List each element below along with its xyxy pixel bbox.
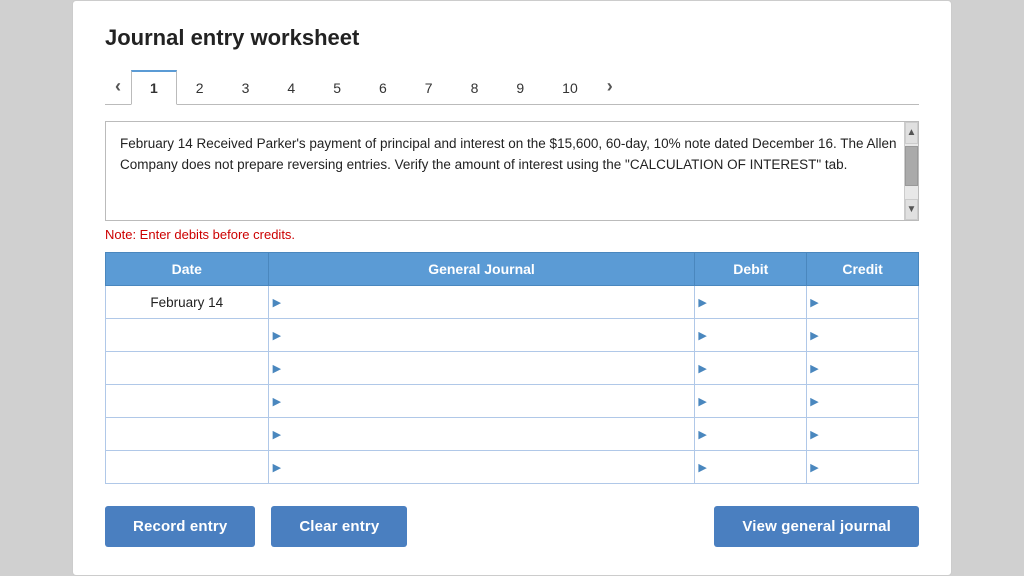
- tab-prev-arrow[interactable]: ‹: [105, 70, 131, 103]
- cell-arrow: ▶: [273, 428, 281, 441]
- table-row: ▶ ▶ ▶: [106, 385, 919, 418]
- cell-arrow: ▶: [273, 362, 281, 375]
- date-cell-3: [106, 352, 269, 385]
- tab-7[interactable]: 7: [406, 71, 452, 105]
- debit-cell-4[interactable]: ▶: [695, 385, 807, 418]
- date-cell-2: [106, 319, 269, 352]
- credit-arrow-6: ▶: [810, 461, 818, 474]
- credit-cell-5[interactable]: ▶: [807, 418, 919, 451]
- cell-arrow: ▶: [273, 395, 281, 408]
- page-title: Journal entry worksheet: [105, 25, 919, 51]
- journal-cell-3[interactable]: ▶: [268, 352, 695, 385]
- tab-5[interactable]: 5: [314, 71, 360, 105]
- credit-arrow-1: ▶: [810, 296, 818, 309]
- date-cell-1: February 14: [106, 286, 269, 319]
- journal-cell-1[interactable]: ▶: [268, 286, 695, 319]
- journal-cell-5[interactable]: ▶: [268, 418, 695, 451]
- journal-input-2[interactable]: [283, 319, 694, 351]
- debit-cell-6[interactable]: ▶: [695, 451, 807, 484]
- tab-next-arrow[interactable]: ›: [597, 70, 623, 103]
- debit-input-4[interactable]: [708, 385, 806, 417]
- date-cell-5: [106, 418, 269, 451]
- tab-6[interactable]: 6: [360, 71, 406, 105]
- record-entry-button[interactable]: Record entry: [105, 506, 255, 547]
- note-text: Note: Enter debits before credits.: [105, 227, 919, 242]
- journal-input-3[interactable]: [283, 352, 694, 384]
- view-general-journal-button[interactable]: View general journal: [714, 506, 919, 547]
- credit-input-5[interactable]: [820, 418, 918, 450]
- debit-arrow-6: ▶: [698, 461, 706, 474]
- tab-navigation: ‹ 1 2 3 4 5 6 7 8 9 10 ›: [105, 69, 919, 105]
- credit-input-1[interactable]: [820, 286, 918, 318]
- debit-cell-3[interactable]: ▶: [695, 352, 807, 385]
- debit-cell-5[interactable]: ▶: [695, 418, 807, 451]
- debit-input-3[interactable]: [708, 352, 806, 384]
- scrollbar[interactable]: ▲ ▼: [904, 122, 918, 220]
- journal-cell-6[interactable]: ▶: [268, 451, 695, 484]
- credit-cell-2[interactable]: ▶: [807, 319, 919, 352]
- tab-1[interactable]: 1: [131, 70, 177, 105]
- tab-8[interactable]: 8: [452, 71, 498, 105]
- credit-cell-1[interactable]: ▶: [807, 286, 919, 319]
- cell-arrow: ▶: [273, 461, 281, 474]
- journal-cell-2[interactable]: ▶: [268, 319, 695, 352]
- credit-input-3[interactable]: [820, 352, 918, 384]
- scrollbar-down[interactable]: ▼: [905, 199, 918, 221]
- col-date: Date: [106, 253, 269, 286]
- debit-input-1[interactable]: [708, 286, 806, 318]
- credit-input-6[interactable]: [820, 451, 918, 483]
- tab-4[interactable]: 4: [268, 71, 314, 105]
- debit-cell-1[interactable]: ▶: [695, 286, 807, 319]
- debit-arrow-4: ▶: [698, 395, 706, 408]
- table-row: February 14 ▶ ▶ ▶: [106, 286, 919, 319]
- credit-cell-6[interactable]: ▶: [807, 451, 919, 484]
- journal-cell-4[interactable]: ▶: [268, 385, 695, 418]
- journal-table: Date General Journal Debit Credit Februa…: [105, 252, 919, 484]
- journal-input-5[interactable]: [283, 418, 694, 450]
- credit-arrow-5: ▶: [810, 428, 818, 441]
- button-row: Record entry Clear entry View general jo…: [105, 506, 919, 547]
- tab-3[interactable]: 3: [223, 71, 269, 105]
- credit-input-4[interactable]: [820, 385, 918, 417]
- date-cell-4: [106, 385, 269, 418]
- tab-10[interactable]: 10: [543, 71, 597, 105]
- table-row: ▶ ▶ ▶: [106, 418, 919, 451]
- debit-input-2[interactable]: [708, 319, 806, 351]
- date-cell-6: [106, 451, 269, 484]
- table-row: ▶ ▶ ▶: [106, 352, 919, 385]
- scrollbar-thumb[interactable]: [905, 146, 918, 186]
- cell-arrow: ▶: [273, 329, 281, 342]
- journal-input-1[interactable]: [283, 286, 694, 318]
- credit-input-2[interactable]: [820, 319, 918, 351]
- table-row: ▶ ▶ ▶: [106, 319, 919, 352]
- journal-input-4[interactable]: [283, 385, 694, 417]
- credit-arrow-3: ▶: [810, 362, 818, 375]
- debit-arrow-3: ▶: [698, 362, 706, 375]
- scrollbar-up[interactable]: ▲: [905, 122, 918, 144]
- debit-arrow-1: ▶: [698, 296, 706, 309]
- col-credit: Credit: [807, 253, 919, 286]
- tab-9[interactable]: 9: [497, 71, 543, 105]
- debit-input-5[interactable]: [708, 418, 806, 450]
- clear-entry-button[interactable]: Clear entry: [271, 506, 407, 547]
- tab-2[interactable]: 2: [177, 71, 223, 105]
- col-debit: Debit: [695, 253, 807, 286]
- credit-arrow-2: ▶: [810, 329, 818, 342]
- credit-cell-4[interactable]: ▶: [807, 385, 919, 418]
- credit-cell-3[interactable]: ▶: [807, 352, 919, 385]
- col-journal: General Journal: [268, 253, 695, 286]
- description-text: February 14 Received Parker's payment of…: [120, 136, 897, 172]
- debit-arrow-2: ▶: [698, 329, 706, 342]
- journal-input-6[interactable]: [283, 451, 694, 483]
- debit-arrow-5: ▶: [698, 428, 706, 441]
- debit-cell-2[interactable]: ▶: [695, 319, 807, 352]
- credit-arrow-4: ▶: [810, 395, 818, 408]
- table-row: ▶ ▶ ▶: [106, 451, 919, 484]
- cell-arrow: ▶: [273, 296, 281, 309]
- debit-input-6[interactable]: [708, 451, 806, 483]
- description-box: February 14 Received Parker's payment of…: [105, 121, 919, 221]
